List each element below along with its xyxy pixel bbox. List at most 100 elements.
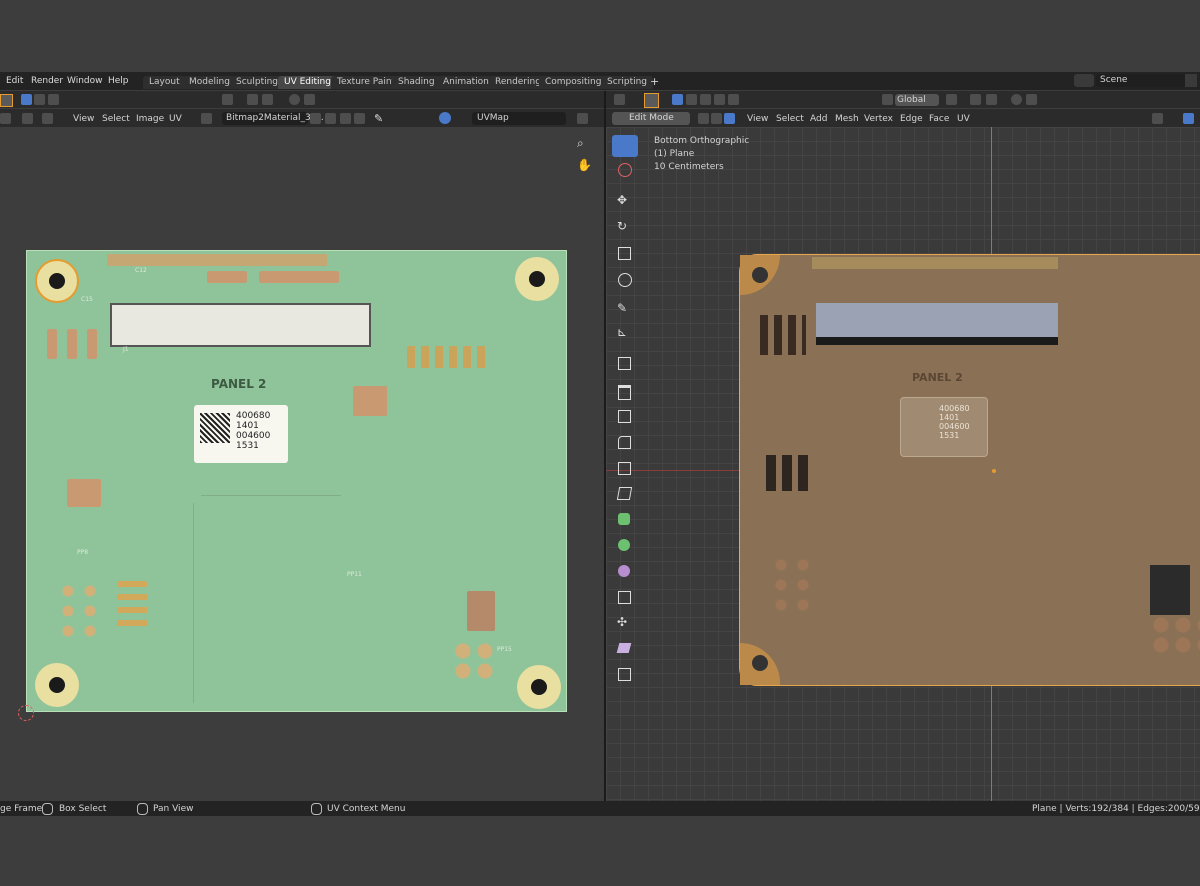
- image-browse-icon[interactable]: [201, 113, 212, 124]
- display-channels-icon[interactable]: [439, 112, 451, 124]
- scene-name: Scene: [1100, 75, 1128, 85]
- bevel-tool-icon[interactable]: [618, 436, 631, 449]
- cursor-tool-icon[interactable]: [618, 163, 632, 177]
- 3d-viewport[interactable]: Bottom Orthographic (1) Plane 10 Centime…: [606, 127, 1200, 801]
- 3d-menu-mesh[interactable]: Mesh: [835, 114, 859, 124]
- tab-animation[interactable]: Animation: [437, 76, 495, 89]
- tab-shading[interactable]: Shading: [392, 76, 441, 89]
- menu-render[interactable]: Render: [31, 76, 63, 86]
- scene-field[interactable]: Scene: [1096, 74, 1186, 87]
- uv-editor-viewport[interactable]: ⌕ ✋ PANEL 2 400680 1401 004600 1531 C15 …: [0, 127, 604, 801]
- 3d-falloff-icon[interactable]: [1026, 94, 1037, 105]
- poly-build-tool-icon[interactable]: [618, 513, 630, 525]
- editor-type-icon[interactable]: [0, 113, 11, 124]
- menu-help[interactable]: Help: [108, 76, 129, 86]
- 3d-select-extend-icon[interactable]: [686, 94, 697, 105]
- menu-edit[interactable]: Edit: [6, 76, 23, 86]
- scene-icon[interactable]: [1074, 74, 1094, 87]
- 3d-menu-add[interactable]: Add: [810, 114, 827, 124]
- select-mode-icon[interactable]: [21, 94, 32, 105]
- snap-icon[interactable]: [247, 94, 258, 105]
- 3d-menu-select[interactable]: Select: [776, 114, 804, 124]
- editor-type-3d-icon[interactable]: [614, 94, 625, 105]
- uv-menu-uv[interactable]: UV: [169, 114, 182, 124]
- gizmo-icon[interactable]: [1183, 113, 1194, 124]
- 3d-select-mode-icon[interactable]: [672, 94, 683, 105]
- tab-modeling[interactable]: Modeling: [183, 76, 236, 89]
- 3d-select-invert-icon[interactable]: [714, 94, 725, 105]
- shrink-fatten-tool-icon[interactable]: ✣: [617, 615, 627, 629]
- sticky-mode-icon[interactable]: [42, 113, 53, 124]
- image-name-field[interactable]: Bitmap2Material_3_...: [222, 112, 324, 125]
- uv-select-mode-icon[interactable]: [22, 113, 33, 124]
- tab-texture-paint[interactable]: Texture Paint: [331, 76, 402, 89]
- transform-tool-icon[interactable]: [618, 273, 632, 287]
- tab-sculpting[interactable]: Sculpting: [230, 76, 285, 89]
- serial-text-3d: 400680 1401 004600 1531: [939, 404, 970, 440]
- fake-user-icon[interactable]: [310, 113, 321, 124]
- select-extend-icon[interactable]: [34, 94, 45, 105]
- menu-window[interactable]: Window: [67, 76, 103, 86]
- falloff-icon[interactable]: [304, 94, 315, 105]
- pin-icon[interactable]: ✎: [374, 112, 383, 125]
- knife-tool-icon[interactable]: [616, 487, 633, 500]
- 3d-menu-view[interactable]: View: [747, 114, 768, 124]
- uvmap-field[interactable]: UVMap: [472, 112, 566, 125]
- spin-tool-icon[interactable]: [618, 539, 630, 551]
- measure-tool-icon[interactable]: ⊾: [617, 325, 627, 339]
- select-subtract-icon[interactable]: [48, 94, 59, 105]
- 3d-proportional-icon[interactable]: [1011, 94, 1022, 105]
- 3d-snap-icon[interactable]: [970, 94, 981, 105]
- annotate-tool-icon[interactable]: ✎: [617, 301, 627, 315]
- 3d-menu-edge[interactable]: Edge: [900, 114, 923, 124]
- 3d-menu-face[interactable]: Face: [929, 114, 949, 124]
- unlink-image-icon[interactable]: [354, 113, 365, 124]
- uv-menu-select[interactable]: Select: [102, 114, 130, 124]
- new-image-icon[interactable]: [325, 113, 336, 124]
- mode-dropdown[interactable]: Edit Mode: [612, 112, 690, 125]
- shear-tool-icon[interactable]: [616, 643, 632, 653]
- face-select-icon[interactable]: [724, 113, 735, 124]
- select-box-tool-icon[interactable]: [644, 93, 659, 108]
- zoom-icon[interactable]: ⌕: [577, 136, 584, 151]
- smooth-tool-icon[interactable]: [618, 565, 630, 577]
- visibility-icon[interactable]: [1152, 113, 1163, 124]
- uv-overlay-icon[interactable]: [577, 113, 588, 124]
- 2d-cursor-icon[interactable]: [18, 705, 34, 721]
- snap-target-icon[interactable]: [262, 94, 273, 105]
- plane-mesh[interactable]: PANEL 2 400680 1401 004600 1531: [739, 254, 1200, 686]
- edge-slide-tool-icon[interactable]: [618, 591, 631, 604]
- extrude-tool-icon[interactable]: [618, 385, 631, 400]
- loop-cut-tool-icon[interactable]: [618, 462, 631, 475]
- move-tool-icon[interactable]: ✥: [617, 193, 627, 207]
- add-workspace-button[interactable]: +: [650, 75, 659, 88]
- pan-hand-icon[interactable]: ✋: [577, 158, 592, 172]
- inset-tool-icon[interactable]: [618, 410, 631, 423]
- 3d-select-intersect-icon[interactable]: [728, 94, 739, 105]
- rip-tool-icon[interactable]: [618, 668, 631, 681]
- uv-menu-view[interactable]: View: [73, 114, 94, 124]
- add-cube-tool-icon[interactable]: [618, 357, 631, 370]
- 3d-select-subtract-icon[interactable]: [700, 94, 711, 105]
- orientation-icon[interactable]: [882, 94, 893, 105]
- orientation-dropdown[interactable]: Global: [895, 94, 939, 106]
- 3d-menu-vertex[interactable]: Vertex: [864, 114, 893, 124]
- tab-scripting[interactable]: Scripting: [601, 76, 654, 89]
- open-image-icon[interactable]: [340, 113, 351, 124]
- uv-menu-image[interactable]: Image: [136, 114, 164, 124]
- tab-compositing[interactable]: Compositing: [539, 76, 608, 89]
- rotate-tool-icon[interactable]: ↻: [617, 219, 627, 233]
- edge-select-icon[interactable]: [711, 113, 722, 124]
- 3d-pivot-icon[interactable]: [946, 94, 957, 105]
- vertex-select-icon[interactable]: [698, 113, 709, 124]
- 3d-snap-target-icon[interactable]: [986, 94, 997, 105]
- tab-layout[interactable]: Layout: [143, 76, 186, 89]
- tab-uv-editing[interactable]: UV Editing: [278, 76, 337, 89]
- select-tool-icon[interactable]: [0, 94, 13, 107]
- scene-close-icon[interactable]: [1185, 74, 1197, 87]
- proportional-edit-icon[interactable]: [289, 94, 300, 105]
- 3d-menu-uv[interactable]: UV: [957, 114, 970, 124]
- select-tool-button[interactable]: [612, 135, 638, 157]
- pivot-icon[interactable]: [222, 94, 233, 105]
- scale-tool-icon[interactable]: [618, 247, 631, 260]
